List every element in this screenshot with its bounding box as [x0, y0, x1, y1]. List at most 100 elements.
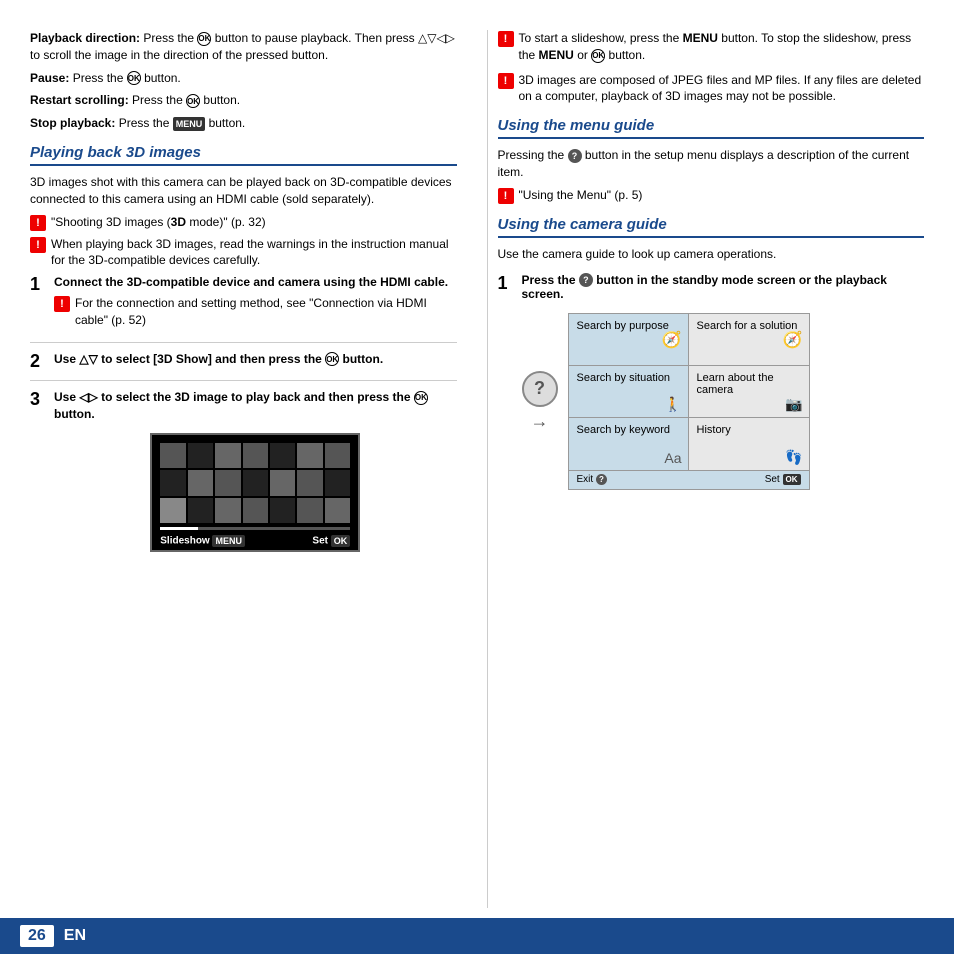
- step-3-num: 3: [30, 389, 46, 411]
- menu-guide-note-icon: !: [498, 188, 514, 204]
- step-1-note-text: For the connection and setting method, s…: [75, 295, 457, 329]
- guide-arrow-area: ? →: [522, 371, 558, 432]
- ok-icon-step3: OK: [414, 391, 428, 405]
- guide-cell-history: History 👣: [689, 418, 809, 470]
- ok-icon-right1: OK: [591, 49, 605, 63]
- thumb-8: [160, 470, 185, 495]
- compass-icon-1: 🧭: [662, 330, 682, 350]
- pause-text: Press the OK button.: [73, 71, 181, 85]
- compass-icon-2: 🧭: [783, 330, 803, 350]
- pause-label: Pause:: [30, 71, 69, 85]
- guide-cell-search-purpose: Search by purpose 🧭: [569, 314, 689, 366]
- playing-back-header: Playing back 3D images: [30, 144, 457, 166]
- page-footer: 26 EN: [0, 918, 954, 954]
- thumb-16: [188, 498, 213, 523]
- guide-footer-exit: Exit ?: [577, 474, 607, 485]
- note-2: ! When playing back 3D images, read the …: [30, 236, 457, 270]
- page: Playback direction: Press the OK button …: [0, 0, 954, 954]
- thumb-3: [215, 443, 240, 468]
- step-2-num: 2: [30, 351, 46, 373]
- step-1-num: 1: [30, 274, 46, 296]
- step-1-title: Connect the 3D-compatible device and cam…: [54, 274, 457, 291]
- guide-grid: Search by purpose 🧭 Search for a solutio…: [568, 313, 810, 489]
- menu-guide-intro: Pressing the ? button in the setup menu …: [498, 147, 925, 181]
- right-note-icon-2: !: [498, 73, 514, 89]
- stop-label: Stop playback:: [30, 116, 115, 130]
- menu-icon-slideshow: MENU: [212, 535, 245, 547]
- playback-direction-label: Playback direction:: [30, 31, 140, 45]
- playback-direction-para: Playback direction: Press the OK button …: [30, 30, 457, 64]
- menu-guide-note-text: "Using the Menu" (p. 5): [519, 187, 643, 204]
- figure-icon: 🚶: [664, 396, 681, 413]
- thumb-10: [215, 470, 240, 495]
- search-situation-label: Search by situation: [577, 372, 671, 384]
- ok-btn-footer: OK: [783, 474, 801, 485]
- note-text-2: When playing back 3D images, read the wa…: [51, 236, 457, 270]
- thumb-13: [297, 470, 322, 495]
- footprint-icon: 👣: [785, 449, 802, 466]
- step-2-title: Use △▽ to select [3D Show] and then pres…: [54, 351, 457, 368]
- camera-icon: 📷: [785, 396, 802, 413]
- question-icon-step1: ?: [579, 273, 593, 287]
- guide-row-3: Search by keyword Aa History 👣: [569, 418, 809, 470]
- ok-icon-restart: OK: [186, 94, 200, 108]
- thumb-19: [270, 498, 295, 523]
- exit-icon: ?: [596, 474, 607, 485]
- note-1: ! "Shooting 3D images (3D mode)" (p. 32): [30, 214, 457, 231]
- step-2-content: Use △▽ to select [3D Show] and then pres…: [54, 351, 457, 372]
- step-1-note: ! For the connection and setting method,…: [54, 295, 457, 329]
- restart-text: Press the OK button.: [132, 93, 240, 107]
- guide-row-1: Search by purpose 🧭 Search for a solutio…: [569, 314, 809, 366]
- menu-guide-header: Using the menu guide: [498, 117, 925, 139]
- guide-row-2: Search by situation 🚶 Learn about the ca…: [569, 366, 809, 418]
- ok-icon-step2: OK: [325, 352, 339, 366]
- guide-cell-search-situation: Search by situation 🚶: [569, 366, 689, 418]
- section-intro: 3D images shot with this camera can be p…: [30, 174, 457, 208]
- progress-bar-bg: [160, 527, 350, 530]
- camera-guide-header: Using the camera guide: [498, 216, 925, 238]
- camera-guide-intro: Use the camera guide to look up camera o…: [498, 246, 925, 263]
- thumb-14: [325, 470, 350, 495]
- search-keyword-label: Search by keyword: [577, 424, 671, 436]
- restart-para: Restart scrolling: Press the OK button.: [30, 92, 457, 109]
- guide-cell-learn-camera: Learn about the camera 📷: [689, 366, 809, 418]
- step-3-title: Use ◁▷ to select the 3D image to play ba…: [54, 389, 457, 423]
- camera-guide-step-title: Press the ? button in the standby mode s…: [522, 273, 925, 302]
- content-area: Playback direction: Press the OK button …: [0, 0, 954, 918]
- question-icon-menu: ?: [568, 149, 582, 163]
- slideshow-preview: Slideshow MENU Set OK: [150, 433, 360, 552]
- thumb-7: [325, 443, 350, 468]
- slideshow-toolbar: Slideshow MENU Set OK: [160, 532, 350, 550]
- learn-camera-label: Learn about the camera: [697, 372, 774, 396]
- guide-panel-container: ? → Search by purpose 🧭 Search for a sol…: [522, 313, 925, 489]
- thumb-5: [270, 443, 295, 468]
- thumb-4: [243, 443, 268, 468]
- question-btn-icon: ?: [522, 371, 558, 407]
- thumb-2: [188, 443, 213, 468]
- right-note-2: ! 3D images are composed of JPEG files a…: [498, 72, 925, 106]
- history-label: History: [697, 424, 731, 436]
- thumb-1: [160, 443, 185, 468]
- ok-button-icon: OK: [197, 32, 211, 46]
- right-note-text-2: 3D images are composed of JPEG files and…: [519, 72, 925, 106]
- camera-guide-step1: 1 Press the ? button in the standby mode…: [498, 273, 925, 302]
- guide-footer-set: Set OK: [765, 474, 801, 485]
- ok-icon-slideshow: OK: [331, 535, 351, 547]
- thumb-18: [243, 498, 268, 523]
- thumb-6: [297, 443, 322, 468]
- step-2-block: 2 Use △▽ to select [3D Show] and then pr…: [30, 351, 457, 382]
- right-note-1: ! To start a slideshow, press the MENU b…: [498, 30, 925, 64]
- restart-label: Restart scrolling:: [30, 93, 129, 107]
- guide-cell-search-keyword: Search by keyword Aa: [569, 418, 689, 470]
- step-3-block: 3 Use ◁▷ to select the 3D image to play …: [30, 389, 457, 570]
- ok-icon-pause: OK: [127, 71, 141, 85]
- right-column: ! To start a slideshow, press the MENU b…: [487, 30, 925, 908]
- camera-guide-step-num: 1: [498, 273, 514, 294]
- slideshow-set-label: Set OK: [312, 535, 350, 547]
- menu-guide-note: ! "Using the Menu" (p. 5): [498, 187, 925, 204]
- thumb-17: [215, 498, 240, 523]
- page-language: EN: [64, 927, 86, 945]
- menu-btn-stop: MENU: [173, 117, 206, 132]
- thumb-grid: [160, 443, 350, 523]
- right-note-icon-1: !: [498, 31, 514, 47]
